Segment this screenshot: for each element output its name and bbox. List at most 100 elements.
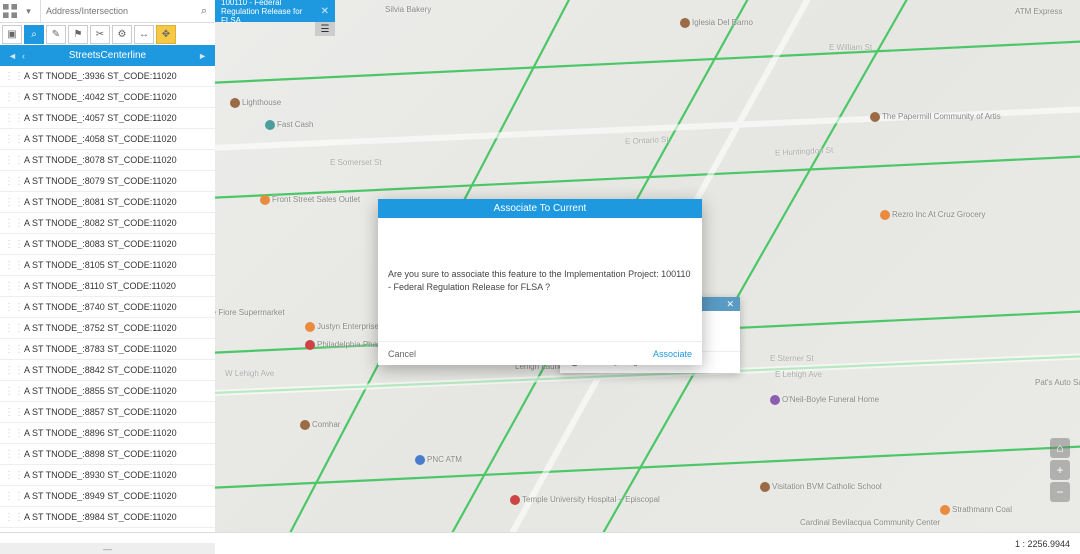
drag-handle-icon[interactable]: ⋮⋮ bbox=[4, 470, 16, 481]
drag-handle-icon[interactable]: ⋮⋮ bbox=[4, 302, 16, 313]
edit-tool[interactable]: ✎ bbox=[46, 25, 66, 44]
zoom-in-button[interactable]: + bbox=[1050, 460, 1070, 480]
project-menu-toggle[interactable]: ☰ bbox=[315, 22, 335, 36]
list-item[interactable]: ⋮⋮A ST TNODE_:8898 ST_CODE:11020 bbox=[0, 444, 215, 465]
drag-handle-icon[interactable]: ⋮⋮ bbox=[4, 281, 16, 292]
list-item[interactable]: ⋮⋮A ST TNODE_:8984 ST_CODE:11020 bbox=[0, 507, 215, 528]
poi-comhar: Comhar bbox=[312, 420, 340, 429]
list-item-label: A ST TNODE_:8078 ST_CODE:11020 bbox=[16, 155, 209, 165]
associate-modal: Associate To Current Are you sure to ass… bbox=[378, 199, 702, 365]
list-item[interactable]: ⋮⋮A ST TNODE_:8078 ST_CODE:11020 bbox=[0, 150, 215, 171]
drag-handle-icon[interactable]: ⋮⋮ bbox=[4, 323, 16, 334]
list-item-label: A ST TNODE_:8752 ST_CODE:11020 bbox=[16, 323, 209, 333]
list-item-label: A ST TNODE_:8898 ST_CODE:11020 bbox=[16, 449, 209, 459]
list-item-label: A ST TNODE_:8783 ST_CODE:11020 bbox=[16, 344, 209, 354]
poi-papermill: The Papermill Community of Artis bbox=[882, 112, 1001, 121]
project-close-icon[interactable]: ✕ bbox=[321, 6, 329, 17]
list-item-label: A ST TNODE_:8079 ST_CODE:11020 bbox=[16, 176, 209, 186]
list-item-label: A ST TNODE_:8949 ST_CODE:11020 bbox=[16, 491, 209, 501]
sidebar-forward-icon[interactable]: ► bbox=[198, 51, 207, 61]
sidebar-back2-icon[interactable]: ‹ bbox=[22, 51, 25, 61]
bookmark-tool[interactable]: ⚑ bbox=[68, 25, 88, 44]
associate-button[interactable]: Associate bbox=[653, 349, 692, 359]
street-somerset: E Somerset St bbox=[330, 158, 382, 167]
cancel-button[interactable]: Cancel bbox=[388, 349, 416, 359]
list-item[interactable]: ⋮⋮A ST TNODE_:4057 ST_CODE:11020 bbox=[0, 108, 215, 129]
drag-handle-icon[interactable]: ⋮⋮ bbox=[4, 155, 16, 166]
popup-close-icon[interactable]: ✕ bbox=[726, 299, 734, 310]
search-type-dropdown[interactable]: ▾ bbox=[17, 0, 41, 22]
search-button[interactable]: ⌕ bbox=[193, 0, 215, 22]
drag-handle-icon[interactable]: ⋮⋮ bbox=[4, 218, 16, 229]
list-item[interactable]: ⋮⋮A ST TNODE_:8896 ST_CODE:11020 bbox=[0, 423, 215, 444]
list-item[interactable]: ⋮⋮A ST TNODE_:8082 ST_CODE:11020 bbox=[0, 213, 215, 234]
street-elehigh: E Lehigh Ave bbox=[775, 370, 822, 379]
cut-tool[interactable]: ✂ bbox=[90, 25, 110, 44]
drag-handle-icon[interactable]: ⋮⋮ bbox=[4, 491, 16, 502]
list-item-label: A ST TNODE_:3936 ST_CODE:11020 bbox=[16, 71, 209, 81]
drag-handle-icon[interactable]: ⋮⋮ bbox=[4, 71, 16, 82]
modal-body: Are you sure to associate this feature t… bbox=[378, 218, 702, 341]
list-item[interactable]: ⋮⋮A ST TNODE_:8079 ST_CODE:11020 bbox=[0, 171, 215, 192]
measure-tool[interactable]: ↔ bbox=[134, 25, 154, 44]
list-item[interactable]: ⋮⋮A ST TNODE_:8110 ST_CODE:11020 bbox=[0, 276, 215, 297]
settings-tool[interactable]: ⚙ bbox=[112, 25, 132, 44]
drag-handle-icon[interactable]: ⋮⋮ bbox=[4, 92, 16, 103]
drag-handle-icon[interactable]: ⋮⋮ bbox=[4, 239, 16, 250]
list-item[interactable]: ⋮⋮A ST TNODE_:4042 ST_CODE:11020 bbox=[0, 87, 215, 108]
list-item[interactable]: ⋮⋮A ST TNODE_:8855 ST_CODE:11020 bbox=[0, 381, 215, 402]
list-item[interactable]: ⋮⋮A ST TNODE_:8105 ST_CODE:11020 bbox=[0, 255, 215, 276]
list-item-label: A ST TNODE_:8855 ST_CODE:11020 bbox=[16, 386, 209, 396]
poi-barno: Iglesia Del Barno bbox=[692, 18, 753, 27]
drag-handle-icon[interactable]: ⋮⋮ bbox=[4, 113, 16, 124]
list-item[interactable]: ⋮⋮A ST TNODE_:8783 ST_CODE:11020 bbox=[0, 339, 215, 360]
poi-atm: ATM Express bbox=[1015, 7, 1062, 16]
list-item[interactable]: ⋮⋮A ST TNODE_:8081 ST_CODE:11020 bbox=[0, 192, 215, 213]
list-item[interactable]: ⋮⋮A ST TNODE_:8949 ST_CODE:11020 bbox=[0, 486, 215, 507]
poi-silvia: Silvia Bakery bbox=[385, 5, 431, 14]
sidebar-footer[interactable]: — bbox=[0, 543, 215, 554]
list-item[interactable]: ⋮⋮A ST TNODE_:8083 ST_CODE:11020 bbox=[0, 234, 215, 255]
list-item-label: A ST TNODE_:8930 ST_CODE:11020 bbox=[16, 470, 209, 480]
street-sterner: E Sterner St bbox=[770, 354, 814, 363]
select-tool[interactable]: ▣ bbox=[2, 25, 22, 44]
drag-handle-icon[interactable]: ⋮⋮ bbox=[4, 197, 16, 208]
drag-handle-icon[interactable]: ⋮⋮ bbox=[4, 428, 16, 439]
drag-handle-icon[interactable]: ⋮⋮ bbox=[4, 449, 16, 460]
list-item-label: A ST TNODE_:8740 ST_CODE:11020 bbox=[16, 302, 209, 312]
drag-handle-icon[interactable]: ⋮⋮ bbox=[4, 176, 16, 187]
drag-handle-icon[interactable]: ⋮⋮ bbox=[4, 386, 16, 397]
list-item-label: A ST TNODE_:8110 ST_CODE:11020 bbox=[16, 281, 209, 291]
zoom-out-button[interactable]: − bbox=[1050, 482, 1070, 502]
poi-fastcash: Fast Cash bbox=[277, 120, 313, 129]
poi-fiore: the Fiore Supermarket bbox=[215, 308, 285, 317]
poi-bevil: Cardinal Bevilacqua Community Center bbox=[800, 518, 940, 527]
apps-icon[interactable] bbox=[3, 4, 17, 18]
list-item[interactable]: ⋮⋮A ST TNODE_:8740 ST_CODE:11020 bbox=[0, 297, 215, 318]
home-button[interactable]: ⌂ bbox=[1050, 438, 1070, 458]
list-item[interactable]: ⋮⋮A ST TNODE_:8930 ST_CODE:11020 bbox=[0, 465, 215, 486]
pan-tool[interactable]: ✥ bbox=[156, 25, 176, 44]
drag-handle-icon[interactable]: ⋮⋮ bbox=[4, 134, 16, 145]
zoom-tool[interactable]: ⌕ bbox=[24, 25, 44, 44]
drag-handle-icon[interactable]: ⋮⋮ bbox=[4, 260, 16, 271]
list-item[interactable]: ⋮⋮A ST TNODE_:4058 ST_CODE:11020 bbox=[0, 129, 215, 150]
drag-handle-icon[interactable]: ⋮⋮ bbox=[4, 344, 16, 355]
list-item-label: A ST TNODE_:8984 ST_CODE:11020 bbox=[16, 512, 209, 522]
drag-handle-icon[interactable]: ⋮⋮ bbox=[4, 365, 16, 376]
feature-list[interactable]: ⋮⋮A ST TNODE_:3936 ST_CODE:11020⋮⋮A ST T… bbox=[0, 66, 215, 532]
poi-rezro: Rezro Inc At Cruz Grocery bbox=[892, 210, 985, 219]
poi-pnc: PNC ATM bbox=[427, 455, 462, 464]
drag-handle-icon[interactable]: ⋮⋮ bbox=[4, 512, 16, 523]
drag-handle-icon[interactable]: ⋮⋮ bbox=[4, 407, 16, 418]
poi-frontst: Front Street Sales Outlet bbox=[272, 195, 360, 204]
search-input[interactable] bbox=[41, 0, 193, 22]
project-chip[interactable]: 100110 - Federal Regulation Release for … bbox=[215, 0, 335, 22]
poi-pats: Pat's Auto Sale bbox=[1035, 378, 1080, 387]
list-item-label: A ST TNODE_:8857 ST_CODE:11020 bbox=[16, 407, 209, 417]
list-item[interactable]: ⋮⋮A ST TNODE_:8752 ST_CODE:11020 bbox=[0, 318, 215, 339]
list-item[interactable]: ⋮⋮A ST TNODE_:8842 ST_CODE:11020 bbox=[0, 360, 215, 381]
list-item[interactable]: ⋮⋮A ST TNODE_:8857 ST_CODE:11020 bbox=[0, 402, 215, 423]
list-item[interactable]: ⋮⋮A ST TNODE_:3936 ST_CODE:11020 bbox=[0, 66, 215, 87]
sidebar-back-icon[interactable]: ◄ bbox=[8, 51, 17, 61]
